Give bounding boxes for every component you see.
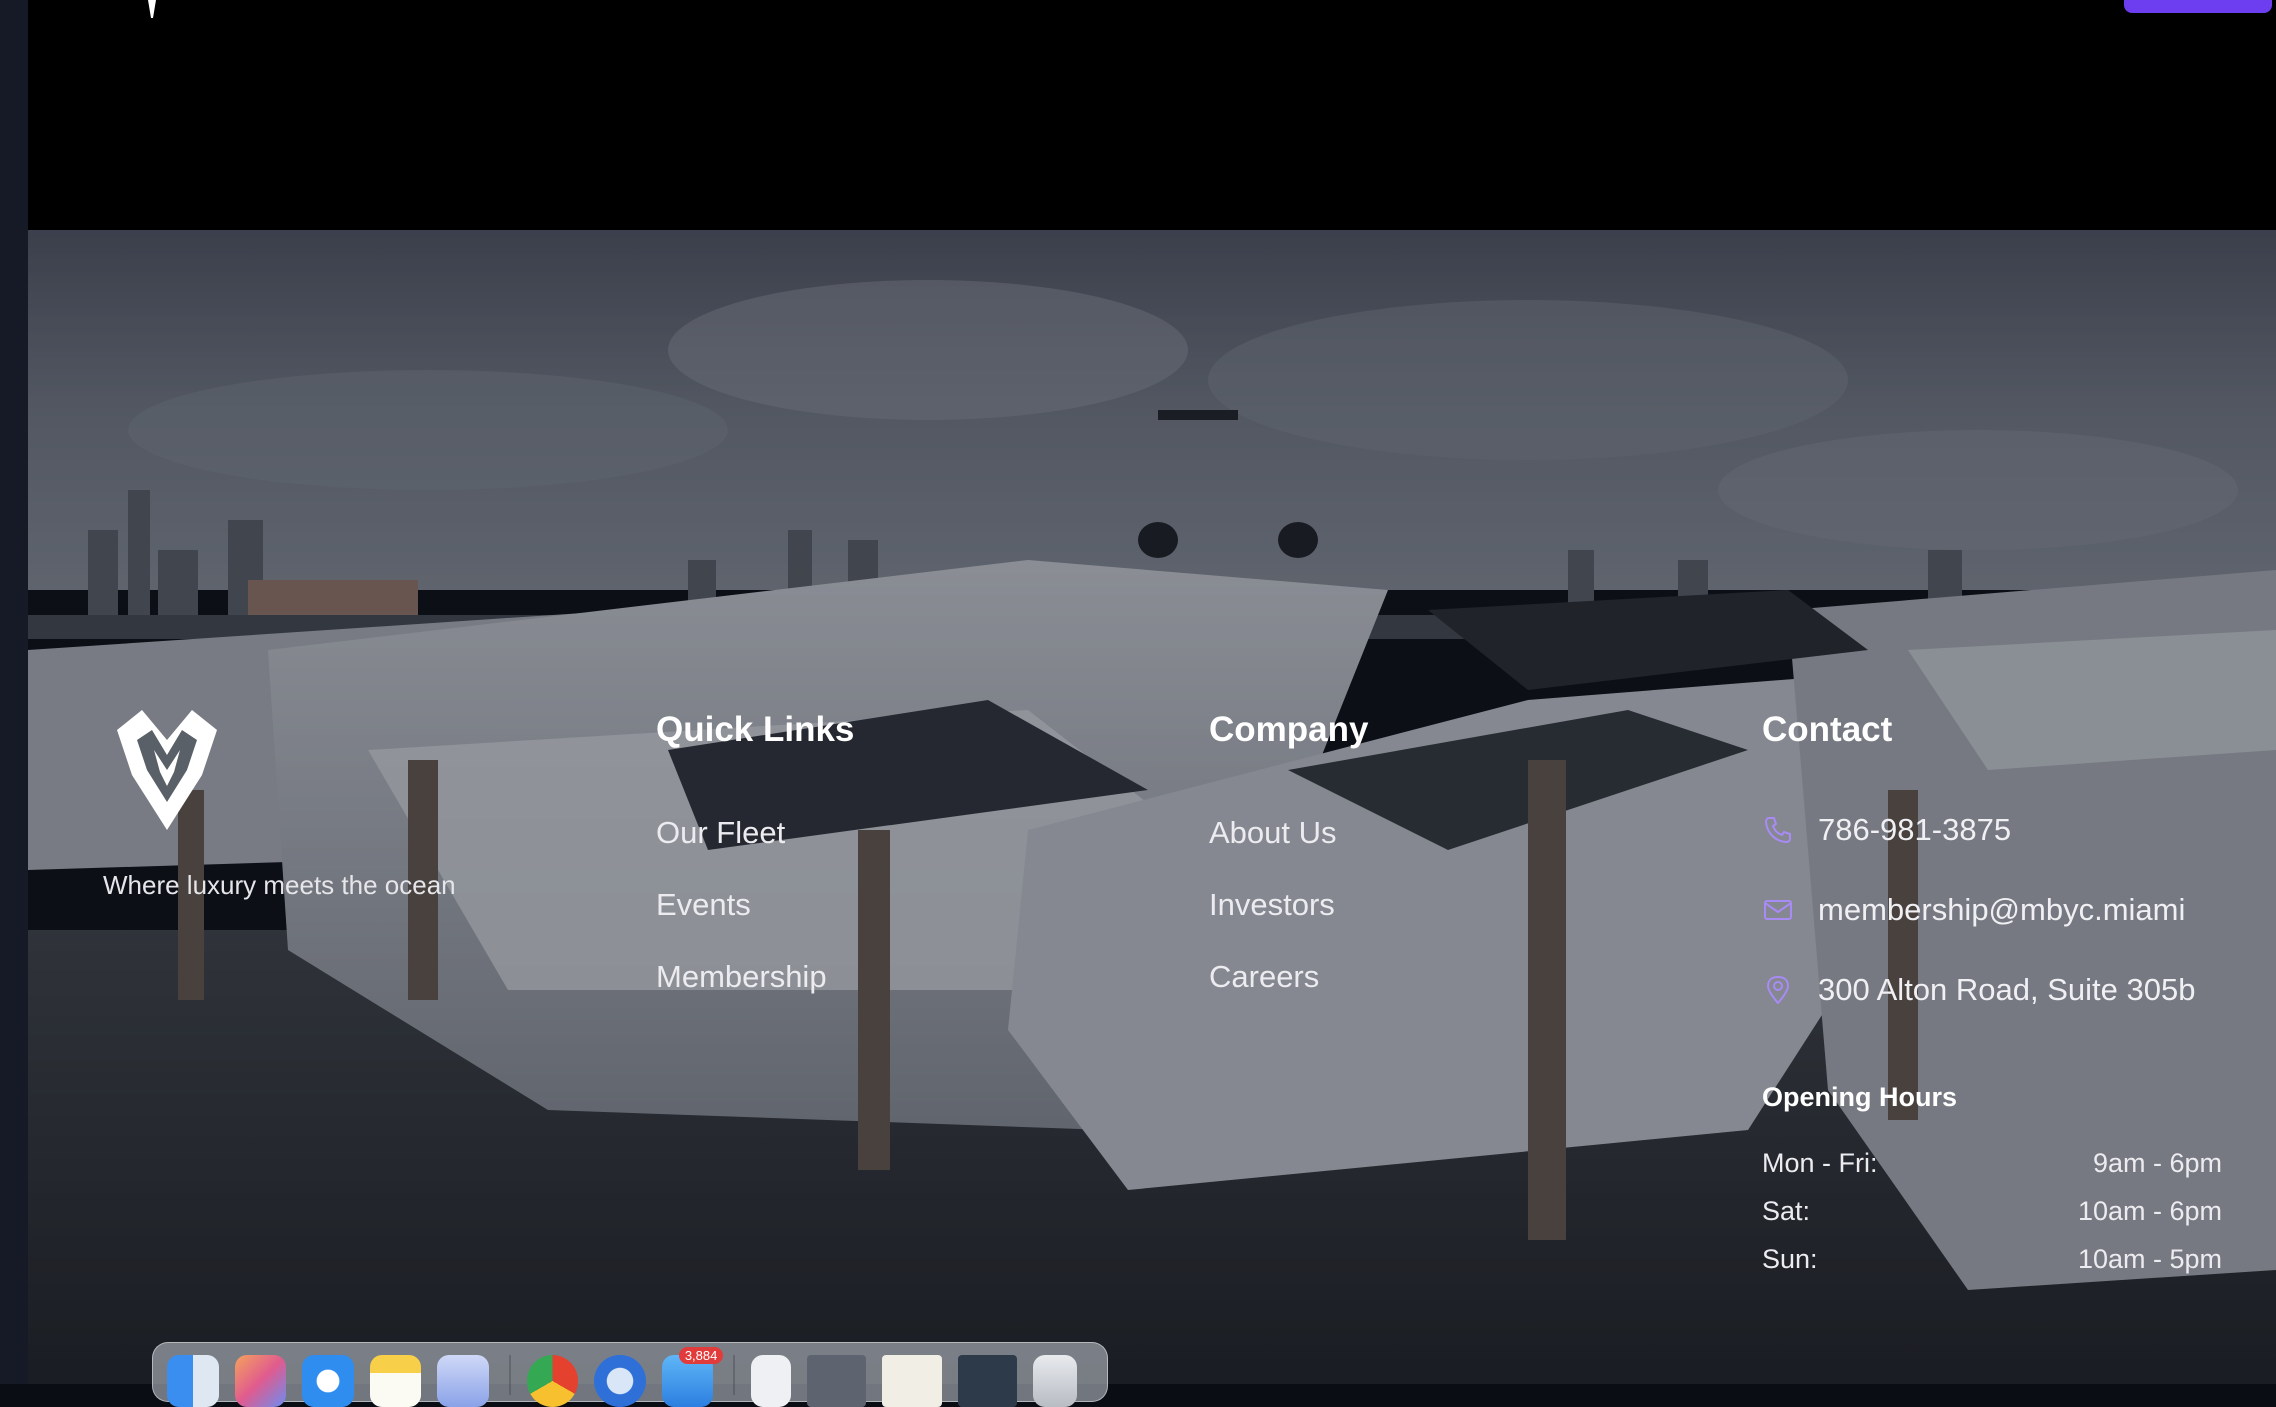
quick-links-title: Quick Links (656, 710, 855, 749)
link-our-fleet[interactable]: Our Fleet (656, 815, 785, 851)
contact-address-text: 300 Alton Road, Suite 305b (1818, 972, 2196, 1007)
finder-icon[interactable] (167, 1355, 219, 1407)
hours-row-weekdays: Mon - Fri: 9am - 6pm (1762, 1148, 2222, 1179)
link-about-us[interactable]: About Us (1209, 815, 1337, 851)
hours-day: Sun: (1762, 1244, 1818, 1274)
document-icon[interactable] (751, 1355, 791, 1407)
macos-dock: 3,884 (152, 1342, 1108, 1407)
notes-icon[interactable] (369, 1355, 422, 1407)
window-edge (0, 0, 28, 1384)
screenshot-icon[interactable] (882, 1355, 942, 1407)
dock-separator (733, 1355, 736, 1395)
map-pin-icon (1766, 975, 1790, 1005)
safari-icon[interactable] (302, 1355, 354, 1407)
screenshot-icon[interactable] (957, 1355, 1018, 1407)
site-header (28, 0, 2276, 230)
hours-time: 10am - 5pm (2077, 1244, 2222, 1274)
launchpad-icon[interactable] (234, 1355, 287, 1407)
site-footer: Where luxury meets the ocean Quick Links… (28, 230, 2276, 1384)
opening-hours-title: Opening Hours (1762, 1082, 1957, 1112)
mail-icon (1764, 900, 1792, 920)
contact-address[interactable]: 300 Alton Road, Suite 305b (1762, 972, 2195, 1008)
link-investors[interactable]: Investors (1209, 887, 1335, 923)
hours-time: 10am - 6pm (2077, 1196, 2222, 1226)
hours-row-sunday: Sun: 10am - 5pm (1762, 1244, 2222, 1275)
mbyc-logo-icon[interactable] (112, 710, 222, 830)
contact-email[interactable]: membership@mbyc.miami (1762, 892, 2185, 928)
preview-icon[interactable] (437, 1355, 489, 1407)
mail-unread-badge: 3,884 (678, 1347, 724, 1364)
company-title: Company (1209, 710, 1369, 749)
link-membership[interactable]: Membership (656, 959, 827, 995)
mail-icon[interactable]: 3,884 (661, 1347, 724, 1407)
hours-day: Sat: (1762, 1196, 1811, 1226)
brand-tagline: Where luxury meets the ocean (103, 870, 456, 900)
contact-title: Contact (1762, 710, 1893, 749)
link-careers[interactable]: Careers (1209, 959, 1319, 995)
header-cta-button[interactable] (2124, 0, 2272, 13)
dock-separator (508, 1355, 511, 1395)
hours-day: Mon - Fri: (1762, 1148, 1878, 1178)
contact-email-text: membership@mbyc.miami (1818, 892, 2186, 927)
phone-icon (1764, 817, 1791, 844)
link-events[interactable]: Events (656, 887, 751, 923)
hours-row-saturday: Sat: 10am - 6pm (1762, 1196, 2222, 1227)
trash-icon[interactable] (1033, 1355, 1078, 1407)
header-logo-icon[interactable] (145, 0, 159, 18)
screenshot-icon[interactable] (807, 1355, 867, 1407)
contact-phone[interactable]: 786-981-3875 (1762, 812, 2011, 848)
hours-time: 9am - 6pm (2092, 1148, 2222, 1178)
chrome-icon[interactable] (526, 1355, 579, 1407)
proxyman-icon[interactable] (594, 1355, 646, 1407)
contact-phone-text: 786-981-3875 (1818, 812, 2012, 847)
